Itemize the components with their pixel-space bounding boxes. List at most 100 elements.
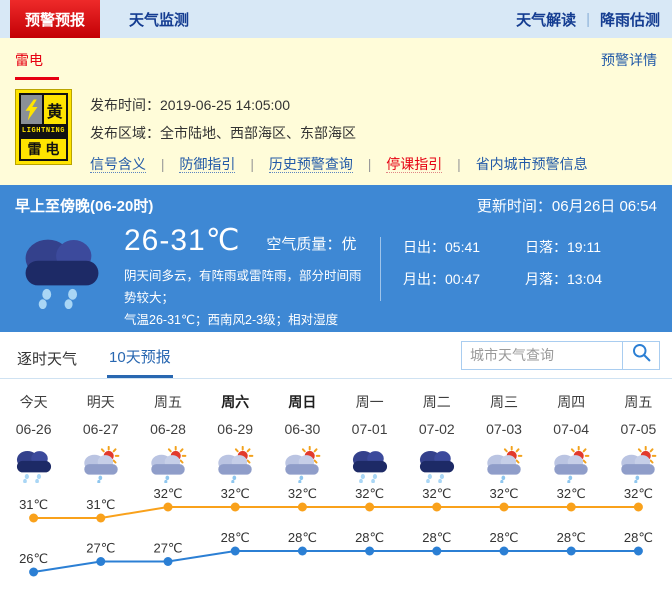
update-time-value: 06月26日 06:54: [552, 198, 657, 215]
moonset: 月落：13:04: [525, 269, 647, 289]
day-name: 周一: [336, 392, 403, 412]
forecast-period: 早上至傍晚(06-20时): [15, 195, 153, 216]
day-date: 06-26: [0, 421, 67, 437]
city-weather-search: [461, 332, 660, 378]
temp-label-high: 32℃: [489, 486, 518, 501]
forecast-day-column[interactable]: 周日06-30: [269, 392, 336, 484]
link-signal-meaning[interactable]: 信号含义: [90, 156, 146, 173]
weather-icon-shower-sun: [269, 446, 336, 484]
temp-point-low: [298, 547, 307, 556]
day-name: 周日: [269, 392, 336, 412]
temp-label-high: 32℃: [288, 486, 317, 501]
weather-panel-body: 26-31℃ 空气质量：优 阴天间多云，有阵雨或雷阵雨，部分时间雨势较大； 气温…: [0, 221, 672, 332]
warning-type-text: 雷 电: [21, 137, 66, 159]
forecast-day-column[interactable]: 明天 06-27: [67, 392, 134, 484]
tab-warning-forecast[interactable]: 预警预报: [10, 0, 100, 38]
forecast-day-column[interactable]: 周五06-28: [134, 392, 201, 484]
weather-page: 预警预报 天气监测 天气解读 | 降雨估测 雷电 预警详情 黄: [0, 0, 672, 590]
ten-day-forecast: 今天 06-26 明天 06-27 周五06-28: [0, 379, 672, 595]
link-rain-estimation[interactable]: 降雨估测: [600, 9, 660, 30]
temp-point-low: [164, 557, 173, 566]
publish-area-line: 发布区域：全市陆地、西部海区、东部海区: [90, 119, 588, 147]
publish-area-label: 发布区域：: [90, 125, 160, 141]
temp-point-high: [164, 503, 173, 512]
city-weather-search-input[interactable]: [461, 341, 623, 370]
temp-line-high: [34, 507, 639, 518]
current-weather-panel: 早上至傍晚(06-20时) 更新时间：06月26日 06:54 26-31℃ 空…: [0, 185, 672, 332]
temp-label-high: 32℃: [355, 486, 384, 501]
temp-label-low: 28℃: [422, 530, 451, 545]
alert-detail-link[interactable]: 预警详情: [601, 50, 657, 70]
sun-moon-times: 日出：05:41 日落：19:11 月出：00:47 月落：13:04: [380, 237, 647, 301]
lightning-bolt-icon: [21, 95, 44, 124]
warning-level-text: 黄: [44, 95, 67, 124]
forecast-day-column[interactable]: 今天 06-26: [0, 392, 67, 484]
day-date: 07-01: [336, 421, 403, 437]
temp-label-high: 32℃: [221, 486, 250, 501]
temp-point-low: [634, 547, 643, 556]
temp-label-low: 28℃: [221, 530, 250, 545]
link-weather-interpretation[interactable]: 天气解读: [516, 9, 576, 30]
temp-label-low: 27℃: [153, 541, 182, 556]
moonrise: 月出：00:47: [403, 269, 525, 289]
sun-times-row: 日出：05:41 日落：19:11: [403, 237, 647, 257]
moonset-value: 13:04: [567, 271, 602, 287]
temp-point-high: [231, 503, 240, 512]
weather-icon-shower-sun: [67, 446, 134, 484]
temp-label-low: 28℃: [355, 530, 384, 545]
weather-icon-rain: [0, 446, 67, 484]
day-name: 周二: [403, 392, 470, 412]
temp-label-low: 27℃: [86, 541, 115, 556]
day-date: 06-27: [67, 421, 134, 437]
tab-ten-day-forecast[interactable]: 10天预报: [107, 332, 173, 378]
moon-times-row: 月出：00:47 月落：13:04: [403, 269, 647, 289]
forecast-day-column[interactable]: 周一 07-01: [336, 392, 403, 484]
weather-panel-header: 早上至傍晚(06-20时) 更新时间：06月26日 06:54: [0, 195, 672, 216]
forecast-day-column[interactable]: 周三07-03: [470, 392, 537, 484]
weather-icon-rain: [403, 446, 470, 484]
weather-description: 阴天间多云，有阵雨或雷阵雨，部分时间雨势较大； 气温26-31℃；西南风2-3级…: [124, 265, 370, 332]
forecast-day-column[interactable]: 周四07-04: [538, 392, 605, 484]
day-name: 明天: [67, 392, 134, 412]
forecast-day-column[interactable]: 周二07-02: [403, 392, 470, 484]
moonset-label: 月落：: [525, 271, 567, 287]
search-button[interactable]: [623, 341, 660, 370]
temperature-chart-wrap: 31℃31℃32℃32℃32℃32℃32℃32℃32℃32℃26℃27℃27℃2…: [0, 486, 672, 595]
temp-line-low: [34, 551, 639, 572]
temp-point-high: [96, 514, 105, 523]
temp-label-low: 26℃: [19, 551, 48, 566]
temp-point-high: [432, 503, 441, 512]
day-name: 周五: [134, 392, 201, 412]
sunset-label: 日落：: [525, 239, 567, 255]
publish-time-value: 2019-06-25 14:05:00: [160, 97, 290, 113]
link-class-suspension-guide[interactable]: 停课指引: [386, 156, 442, 173]
temp-label-high: 32℃: [624, 486, 653, 501]
temperature-range: 26-31℃: [124, 223, 240, 258]
link-defense-guide[interactable]: 防御指引: [179, 156, 235, 173]
moonrise-label: 月出：: [403, 271, 445, 287]
forecast-grid: 今天 06-26 明天 06-27 周五06-28: [0, 392, 672, 484]
temp-point-low: [432, 547, 441, 556]
temp-point-low: [231, 547, 240, 556]
link-province-city-warnings[interactable]: 省内城市预警信息: [476, 156, 588, 172]
forecast-day-column[interactable]: 周六06-29: [202, 392, 269, 484]
update-time-label: 更新时间：: [477, 198, 552, 215]
sunset-value: 19:11: [567, 239, 601, 255]
nav-link-divider: |: [586, 11, 590, 28]
rain-cloud-icon: [0, 221, 124, 309]
link-history-warning-query[interactable]: 历史预警查询: [269, 156, 353, 173]
update-time: 更新时间：06月26日 06:54: [477, 195, 657, 216]
day-name: 今天: [0, 392, 67, 412]
temp-label-high: 32℃: [422, 486, 451, 501]
lightning-warning-sign: 黄 LIGHTNING 雷 电: [15, 89, 72, 165]
air-quality-value: 优: [341, 236, 356, 253]
tab-weather-monitor[interactable]: 天气监测: [114, 0, 204, 38]
day-name: 周四: [538, 392, 605, 412]
weather-icon-shower-sun: [605, 446, 672, 484]
alert-type-tab[interactable]: 雷电: [15, 48, 59, 80]
forecast-day-column[interactable]: 周五07-05: [605, 392, 672, 484]
tab-hourly-weather[interactable]: 逐时天气: [15, 332, 79, 378]
forecast-tabs-row: 逐时天气 10天预报: [0, 332, 672, 379]
alert-links-row: 信号含义 | 防御指引 | 历史预警查询 | 停课指引 | 省内城市预警信息: [90, 154, 588, 174]
temp-point-high: [298, 503, 307, 512]
